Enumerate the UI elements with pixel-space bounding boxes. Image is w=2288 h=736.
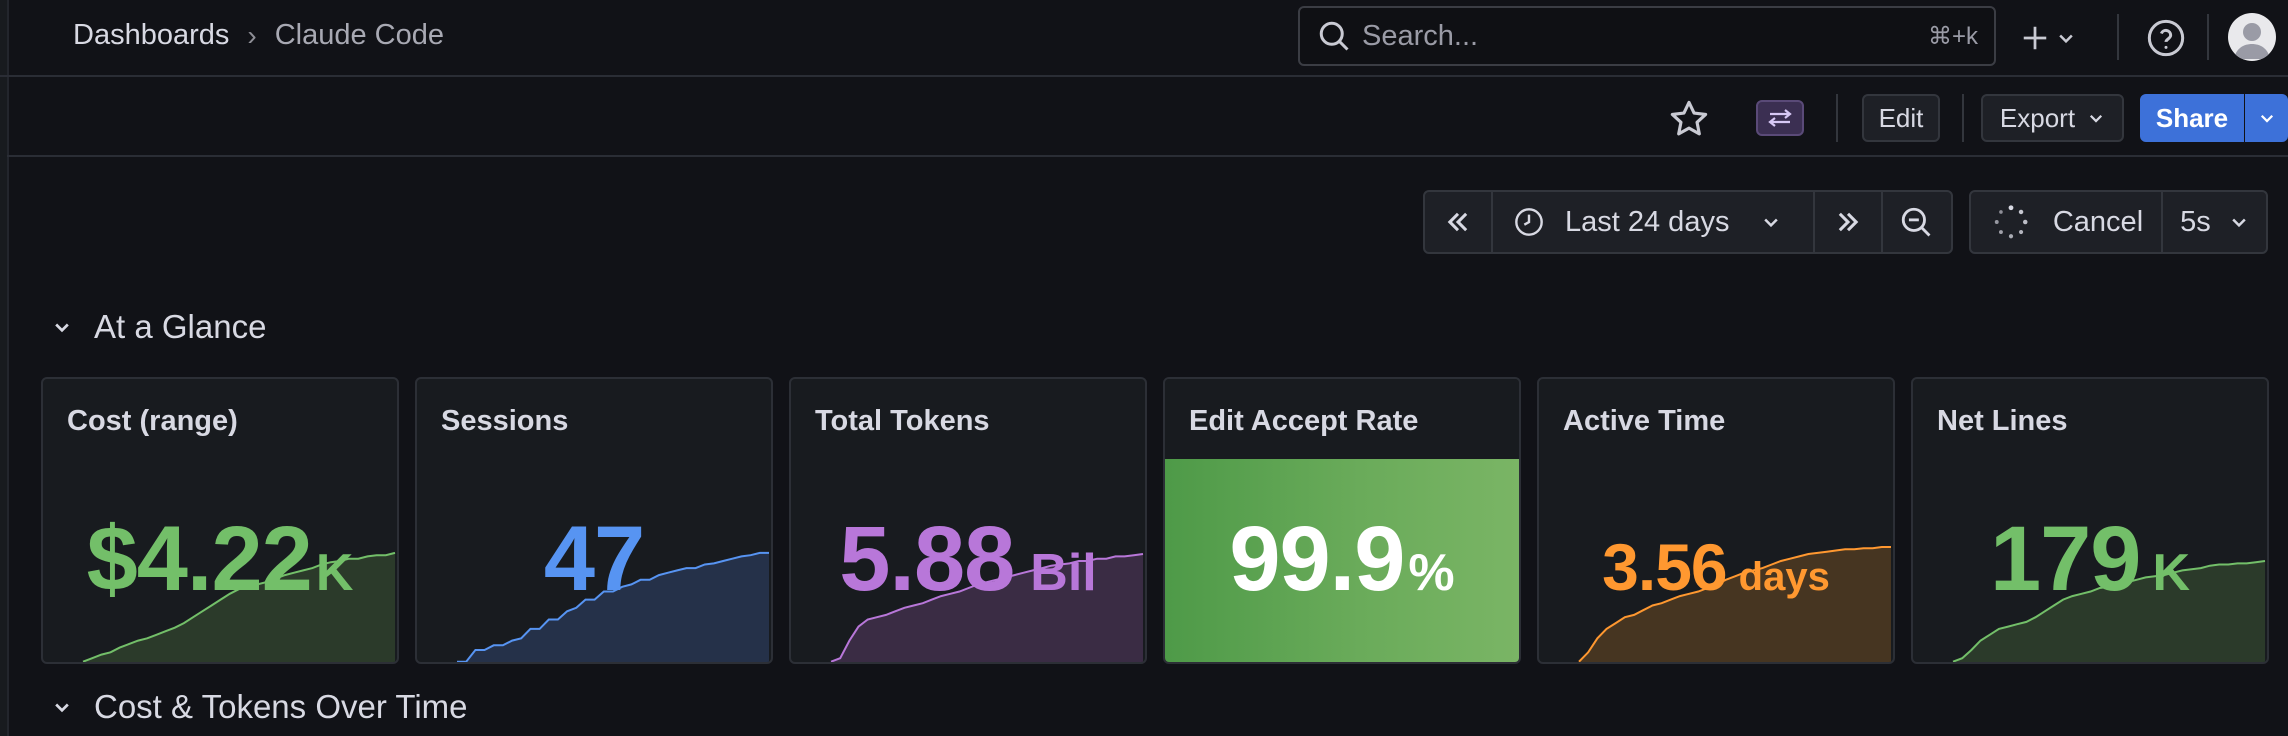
stat-number: 99.9 bbox=[1229, 508, 1405, 610]
breadcrumb: Dashboards › Claude Code bbox=[73, 19, 444, 52]
refresh-controls: Cancel 5s bbox=[1969, 190, 2268, 254]
loading-spinner-icon bbox=[1994, 205, 2028, 239]
stat-panel-net-lines[interactable]: Net Lines 179 K bbox=[1911, 377, 2269, 664]
stat-unit: K bbox=[2152, 544, 2191, 602]
stat-value: $4.22K bbox=[43, 507, 397, 612]
double-chevron-right-icon bbox=[1838, 212, 1859, 232]
search-icon bbox=[1319, 21, 1349, 51]
dashboard-toolbar bbox=[7, 77, 2288, 157]
stat-value: 3.56 days bbox=[1539, 529, 1893, 605]
star-icon[interactable] bbox=[1668, 98, 1710, 140]
top-nav-bar: Dashboards › Claude Code Search... ⌘+k bbox=[0, 0, 2288, 77]
stat-value: 99.9% bbox=[1165, 507, 1519, 612]
stat-value: 179 K bbox=[1913, 507, 2267, 612]
chevron-down-icon bbox=[2059, 34, 2073, 44]
plus-icon bbox=[2023, 26, 2047, 50]
search-shortcut: ⌘+k bbox=[1927, 22, 1978, 50]
stat-value: 5.88 Bil bbox=[791, 507, 1145, 612]
chevron-right-icon: › bbox=[247, 19, 257, 51]
share-button[interactable]: Share bbox=[2140, 94, 2244, 142]
panel-title: Cost (range) bbox=[67, 405, 238, 437]
row-header-cost-tokens[interactable]: Cost & Tokens Over Time bbox=[52, 688, 468, 726]
stat-number: 3.56 bbox=[1602, 530, 1727, 604]
add-new-button[interactable] bbox=[2020, 14, 2076, 62]
swap-arrows-icon bbox=[1768, 109, 1792, 127]
stat-number: 179 bbox=[1989, 508, 2141, 610]
stat-panel-sessions[interactable]: Sessions 47 bbox=[415, 377, 773, 664]
stat-unit: Bil bbox=[1030, 544, 1097, 602]
export-button[interactable]: Export bbox=[1981, 94, 2124, 142]
chevron-down-icon bbox=[2090, 114, 2103, 123]
stat-panel-total-tokens[interactable]: Total Tokens 5.88 Bil bbox=[789, 377, 1147, 664]
stat-unit: days bbox=[1738, 555, 1830, 599]
row-header-at-a-glance[interactable]: At a Glance bbox=[52, 308, 266, 346]
zoom-out-button[interactable] bbox=[1883, 192, 1949, 252]
export-label: Export bbox=[1999, 102, 2076, 133]
stat-value: 47 bbox=[417, 507, 771, 612]
divider bbox=[1836, 94, 1838, 142]
stat-panel-active-time[interactable]: Active Time 3.56 days bbox=[1537, 377, 1895, 664]
stat-unit: K bbox=[315, 544, 354, 602]
refresh-interval-label: 5s bbox=[2180, 205, 2211, 238]
stat-number: 5.88 bbox=[839, 508, 1015, 610]
edit-button[interactable]: Edit bbox=[1862, 94, 1940, 142]
chevron-down-icon bbox=[2260, 114, 2273, 123]
time-range-controls: Last 24 days bbox=[1423, 190, 1953, 254]
chevron-down-icon bbox=[55, 323, 69, 333]
breadcrumb-dashboards[interactable]: Dashboards bbox=[73, 19, 229, 52]
panel-title: Edit Accept Rate bbox=[1189, 405, 1419, 437]
refresh-interval-picker[interactable]: 5s bbox=[2163, 192, 2266, 252]
panel-title: Active Time bbox=[1563, 405, 1726, 437]
help-icon[interactable] bbox=[2146, 18, 2186, 58]
shift-forward-button[interactable] bbox=[1815, 192, 1881, 252]
toggle-view-button[interactable] bbox=[1756, 100, 1804, 136]
stat-unit: % bbox=[1408, 544, 1455, 602]
user-icon bbox=[2234, 23, 2270, 59]
search-input[interactable]: Search... ⌘+k bbox=[1298, 6, 1996, 66]
stat-panel-edit-accept-rate[interactable]: Edit Accept Rate 99.9% bbox=[1163, 377, 1521, 664]
search-placeholder: Search... bbox=[1362, 19, 1479, 52]
chevron-down-icon bbox=[2232, 218, 2246, 228]
stat-number: 47 bbox=[543, 508, 645, 610]
panel-title: Sessions bbox=[441, 405, 569, 437]
row-title-label: At a Glance bbox=[94, 308, 267, 345]
shift-back-button[interactable] bbox=[1425, 192, 1491, 252]
row-title-label: Cost & Tokens Over Time bbox=[94, 688, 468, 725]
chevron-down-icon bbox=[55, 703, 69, 713]
cancel-button[interactable]: Cancel bbox=[1971, 192, 2161, 252]
panel-title: Total Tokens bbox=[815, 405, 990, 437]
divider bbox=[1962, 94, 1964, 142]
breadcrumb-current: Claude Code bbox=[274, 19, 444, 51]
panel-title: Net Lines bbox=[1937, 405, 2068, 437]
divider bbox=[2117, 14, 2119, 60]
chevron-down-icon bbox=[1764, 218, 1779, 228]
clock-icon bbox=[1515, 208, 1543, 236]
double-chevron-left-icon bbox=[1447, 212, 1468, 232]
time-range-label: Last 24 days bbox=[1565, 205, 1730, 238]
divider bbox=[2207, 14, 2209, 60]
stat-number: $4.22 bbox=[86, 508, 313, 610]
zoom-out-icon bbox=[1901, 207, 1931, 237]
cancel-label: Cancel bbox=[2052, 205, 2144, 238]
avatar[interactable] bbox=[2228, 13, 2276, 61]
time-range-picker[interactable]: Last 24 days bbox=[1493, 192, 1813, 252]
share-dropdown-button[interactable] bbox=[2245, 94, 2288, 142]
stat-panel-cost[interactable]: Cost (range) $4.22K bbox=[41, 377, 399, 664]
